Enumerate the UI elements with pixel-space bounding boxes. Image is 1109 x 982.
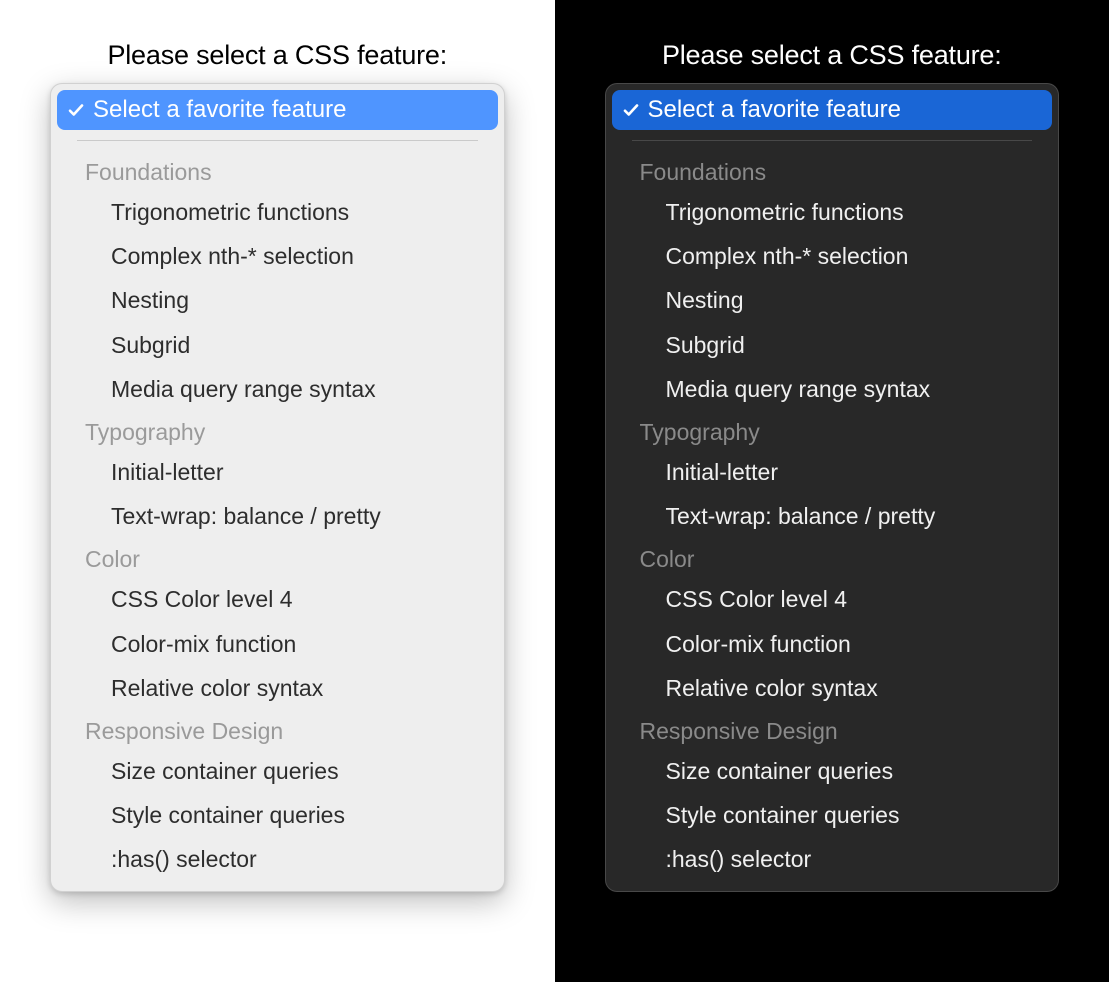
option-item[interactable]: Size container queries [57,749,498,793]
option-item[interactable]: CSS Color level 4 [57,577,498,621]
prompt-label: Please select a CSS feature: [662,40,1002,71]
option-item[interactable]: Initial-letter [57,450,498,494]
divider [632,140,1033,141]
option-item[interactable]: Complex nth-* selection [612,234,1053,278]
option-item[interactable]: Subgrid [57,323,498,367]
option-item[interactable]: Relative color syntax [57,666,498,710]
option-item[interactable]: Style container queries [612,793,1053,837]
light-mode-pane: Please select a CSS feature: Select a fa… [0,0,555,982]
option-item[interactable]: Trigonometric functions [57,190,498,234]
option-item[interactable]: :has() selector [57,837,498,881]
option-item[interactable]: Subgrid [612,323,1053,367]
option-groups: Foundations Trigonometric functions Comp… [612,147,1053,883]
selected-option[interactable]: Select a favorite feature [57,90,498,130]
option-item[interactable]: Color-mix function [57,622,498,666]
dark-mode-pane: Please select a CSS feature: Select a fa… [555,0,1109,982]
option-item[interactable]: :has() selector [612,837,1053,881]
selected-option[interactable]: Select a favorite feature [612,90,1053,130]
group-label: Responsive Design [57,710,498,749]
group-label: Color [612,538,1053,577]
group-label: Typography [612,411,1053,450]
option-item[interactable]: Size container queries [612,749,1053,793]
group-label: Responsive Design [612,710,1053,749]
option-item[interactable]: CSS Color level 4 [612,577,1053,621]
dropdown-menu[interactable]: Select a favorite feature Foundations Tr… [605,83,1060,892]
option-groups: Foundations Trigonometric functions Comp… [57,147,498,883]
selected-option-label: Select a favorite feature [648,96,901,124]
option-item[interactable]: Nesting [57,278,498,322]
selected-option-label: Select a favorite feature [93,96,346,124]
group-label: Color [57,538,498,577]
option-item[interactable]: Complex nth-* selection [57,234,498,278]
checkmark-icon [622,101,640,119]
option-item[interactable]: Media query range syntax [612,367,1053,411]
option-item[interactable]: Color-mix function [612,622,1053,666]
option-item[interactable]: Initial-letter [612,450,1053,494]
option-item[interactable]: Text-wrap: balance / pretty [612,494,1053,538]
option-item[interactable]: Style container queries [57,793,498,837]
option-item[interactable]: Trigonometric functions [612,190,1053,234]
option-item[interactable]: Nesting [612,278,1053,322]
prompt-label: Please select a CSS feature: [107,40,447,71]
dropdown-menu[interactable]: Select a favorite feature Foundations Tr… [50,83,505,892]
option-item[interactable]: Text-wrap: balance / pretty [57,494,498,538]
group-label: Foundations [57,151,498,190]
group-label: Typography [57,411,498,450]
divider [77,140,478,141]
option-item[interactable]: Media query range syntax [57,367,498,411]
group-label: Foundations [612,151,1053,190]
checkmark-icon [67,101,85,119]
option-item[interactable]: Relative color syntax [612,666,1053,710]
